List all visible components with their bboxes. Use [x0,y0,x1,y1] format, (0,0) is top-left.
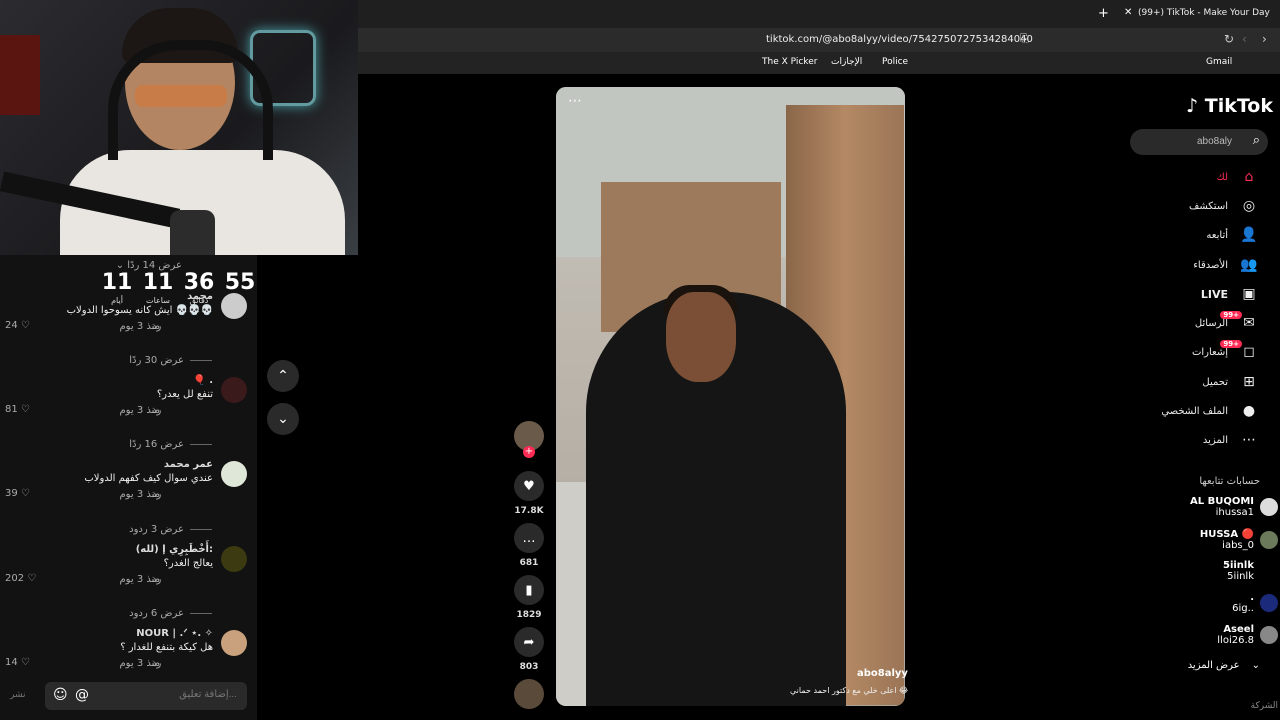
reply-button[interactable]: رد [152,489,161,500]
like-action[interactable]: ♥ 17.8K [514,471,544,516]
avatar[interactable] [221,546,247,572]
avatar[interactable] [221,630,247,656]
bookmarks-bar: Gmail Police الإجازات The X Picker [358,52,1280,74]
comment-likes[interactable]: 14 ♡ [5,657,30,668]
sidebar-item-notifications[interactable]: إشعارات ◻ 99+ [1192,340,1260,363]
bookmark-x-picker[interactable]: The X Picker [762,57,817,67]
previous-video-button[interactable]: ⌃ [267,360,299,392]
view-replies-link[interactable]: عرض 16 ردًا [129,439,212,450]
notifications-icon: ◻ 99+ [1220,340,1260,360]
more-icon: ⋯ [1242,432,1256,448]
bookmark-police[interactable]: Police [882,57,908,67]
home-icon: ⌂ [1244,169,1254,185]
search-icon[interactable]: ⌕ [1253,133,1260,148]
following-account[interactable]: . 6ig.. [1232,592,1278,614]
following-section-title: حسابات تتابعها [1199,476,1260,487]
sidebar-item-friends[interactable]: الأصدقاء 👥 [1193,254,1260,276]
avatar[interactable] [221,377,247,403]
comment-input-box[interactable]: ☺ @ [45,682,247,710]
sidebar-item-upload[interactable]: تحميل ⊞ [1202,371,1260,393]
reply-button[interactable]: رد [152,405,161,416]
view-replies-link[interactable]: عرض 6 ردود [129,608,212,619]
comment-text: هل كيكة بتنفع للغدار ؟ [120,642,213,653]
video-player[interactable]: ⋯ [556,87,905,706]
post-button[interactable]: نشر [10,690,26,700]
view-replies-link[interactable]: عرض 30 ردًا [129,355,212,366]
sidebar-item-messages[interactable]: الرسائل ✉ 99+ [1195,311,1260,334]
profile-icon: ● [1242,403,1256,419]
video-username[interactable]: abo8alyy [857,668,908,679]
video-caption: اعلى خلي مع دكتور احمد حماني 😂 [790,686,909,695]
sidebar-item-foryou[interactable]: لك ⌂ [1217,166,1260,188]
user-follow-icon: 👤 [1240,227,1258,243]
comment-author[interactable]: محمد [187,291,213,302]
tiktok-logo[interactable]: ♪ TikTok [1186,95,1273,117]
reply-button[interactable]: رد [152,321,161,332]
comment-action[interactable]: … 681 [514,523,544,568]
following-account[interactable]: HUSSA 🔴 iabs_0 [1200,529,1278,551]
following-account[interactable]: 5iinlk 5iinlk [1223,560,1254,582]
comment-author[interactable]: 🎈 . [193,375,213,386]
follow-plus-icon[interactable]: + [523,446,535,458]
comment-text: ايش كانه يسوحوا الدولاب 💀💀💀 [66,305,213,316]
comment-author[interactable]: عمر محمد [164,459,213,470]
comment-text: يعالج الغدر؟ [163,558,213,569]
close-tab-icon[interactable]: ✕ [1124,7,1132,18]
view-replies-link[interactable]: ⌄ عرض 14 ردًا [116,260,182,271]
mention-icon[interactable]: @ [75,687,89,703]
upload-icon: ⊞ [1243,374,1255,390]
sidebar-item-explore[interactable]: استكشف ◎ [1189,195,1260,217]
url-text[interactable]: tiktok.com/@abo8alyy/video/7542750727534… [766,34,1033,45]
avatar[interactable] [221,293,247,319]
share-icon[interactable]: ➦ [514,627,544,657]
comment-text: تنفع لل يعدر؟ [156,389,213,400]
comment-likes[interactable]: 39 ♡ [5,488,30,499]
search-box[interactable]: ⌕ [1130,129,1268,155]
comment-input[interactable] [115,688,239,701]
footer-link[interactable]: الشركة [1251,701,1278,711]
chevron-down-icon: ⌄ [1251,660,1260,671]
new-tab-button[interactable]: + [1098,6,1109,21]
chevron-up-icon: ⌃ [277,368,289,384]
following-account[interactable]: AL BUQOMI ihussa1 [1190,496,1278,518]
heart-icon[interactable]: ♥ [514,471,544,501]
show-more-button[interactable]: عرض المزيد ⌄ [1188,660,1260,671]
view-replies-link[interactable]: عرض 3 ردود [129,524,212,535]
save-action[interactable]: ▮ 1829 [514,575,544,620]
reply-button[interactable]: رد [152,658,161,669]
bookmark-icon[interactable]: ▮ [514,575,544,605]
bookmark-gmail[interactable]: Gmail [1206,57,1232,67]
reply-button[interactable]: رد [152,574,161,585]
sidebar-item-following[interactable]: أتابعه 👤 [1206,224,1260,246]
comment-author[interactable]: (لله) أَخْطَبِرِي إ: [136,544,213,555]
avatar[interactable] [221,461,247,487]
messages-icon: ✉ 99+ [1220,311,1260,331]
comment-likes[interactable]: 24 ♡ [5,320,30,331]
chevron-down-icon: ⌄ [277,411,289,427]
back-icon[interactable]: ‹ [1242,32,1247,46]
bookmark-vacations[interactable]: الإجازات [831,57,862,67]
comment-text: عندي سوال كيف كفهم الدولاب [84,473,213,484]
sidebar-item-live[interactable]: LIVE ▣ [1201,283,1260,305]
webcam-overlay [0,0,358,255]
friends-icon: 👥 [1240,257,1258,273]
search-input[interactable] [1140,135,1234,148]
sidebar-item-more[interactable]: المزيد ⋯ [1203,429,1260,451]
comment-author[interactable]: NOUR | .ᐟ ⋆. ✧ [136,628,213,639]
music-disc[interactable] [514,679,544,709]
forward-icon[interactable]: › [1262,32,1267,46]
live-icon: ▣ [1242,286,1256,302]
compass-icon: ◎ [1242,198,1256,214]
next-video-button[interactable]: ⌄ [267,403,299,435]
emoji-icon[interactable]: ☺ [53,687,68,703]
share-action[interactable]: ➦ 803 [514,627,544,672]
tab-title[interactable]: (99+) TikTok - Make Your Day [1138,8,1270,18]
refresh-icon[interactable]: ↻ [1224,32,1234,46]
comment-likes[interactable]: 81 ♡ [5,404,30,415]
comment-icon[interactable]: … [514,523,544,553]
following-account[interactable]: Aseel lloi26.8 [1217,624,1278,646]
more-options-icon[interactable]: ⋯ [568,93,582,109]
sidebar-item-profile[interactable]: الملف الشخصي ● [1161,400,1260,422]
comment-likes[interactable]: 202 ♡ [5,573,36,584]
